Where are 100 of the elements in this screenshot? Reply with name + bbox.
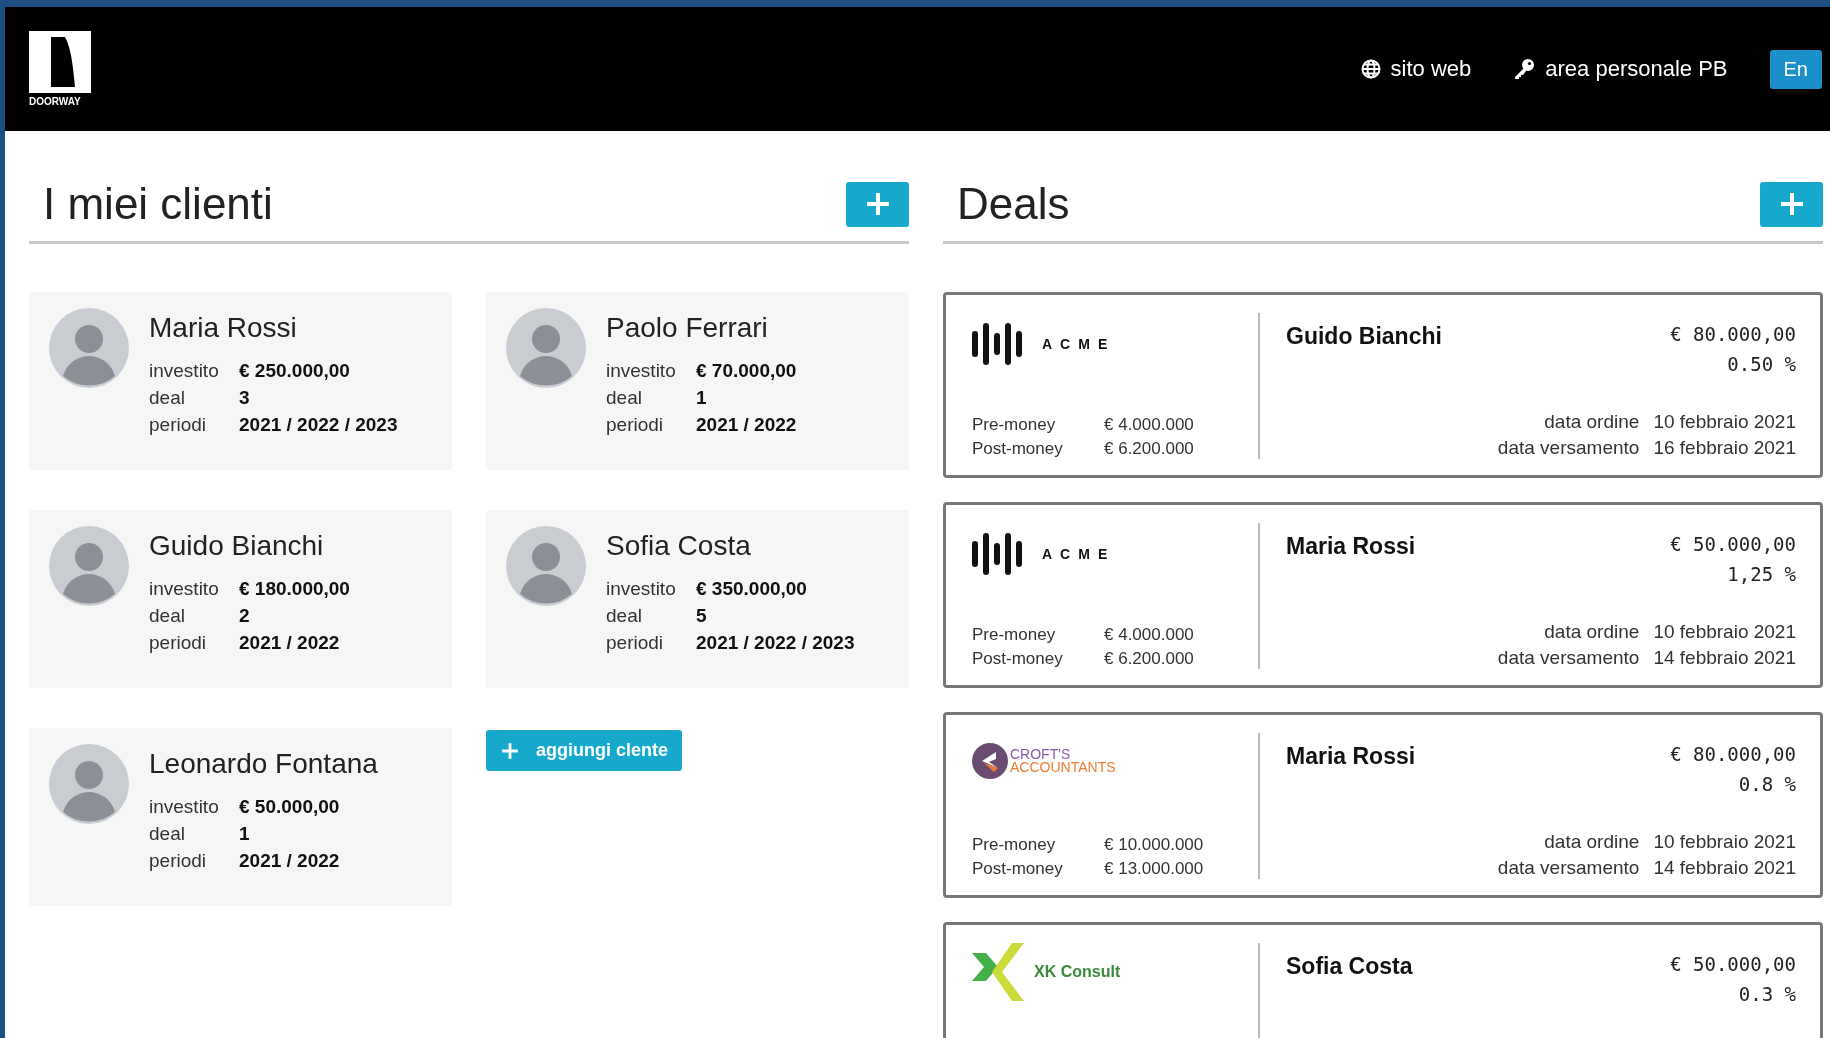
language-button[interactable]: En [1769, 49, 1822, 89]
client-card[interactable]: Paolo Ferrari investito € 70.000,00 deal 1 periodi 2021 / 2022 [486, 292, 909, 470]
money-value: € 6.200.000 [1104, 649, 1195, 669]
deal-share: 0.3 % [1738, 983, 1796, 1005]
deal-share: 0.8 % [1738, 773, 1796, 795]
key-icon [1513, 58, 1536, 80]
stat-value: € 180.000,00 [239, 578, 350, 600]
deal-card[interactable]: XK Consult Sofia Costa € 50.000,00 0.3 % [943, 922, 1823, 1038]
stat-value: 5 [696, 605, 708, 627]
date-value: 10 febbraio 2021 [1653, 831, 1796, 853]
stat-value: € 350.000,00 [696, 578, 808, 600]
money-value: € 13.000.000 [1104, 859, 1205, 879]
section-title: I miei clienti [43, 179, 273, 229]
stat-label: periodi [606, 414, 665, 436]
deal-share: 0.50 % [1727, 353, 1796, 375]
stat-value: 2021 / 2022 [696, 414, 797, 436]
plus-icon [500, 740, 520, 761]
deal-card[interactable]: ACME Pre-money € 4.000.000 Post-money € 6.200.000 Maria Rossi € 50.000,00 1,25 % data ordine 10 febbraio 2021 data versamento 14 febbraio 2021 [943, 502, 1823, 688]
money-label: Post-money [972, 649, 1064, 669]
sound-bars-icon [972, 323, 1024, 365]
stat-label: investito [149, 578, 220, 600]
date-label: data ordine [1543, 621, 1640, 643]
deal-card[interactable]: ACME Pre-money € 4.000.000 Post-money € 6.200.000 Guido Bianchi € 80.000,00 0.50 % data ordine 10 febbraio 2021 data versamento 16 febbraio 2021 [943, 292, 1823, 478]
company-logo-text: CROFT'S [1010, 748, 1072, 761]
date-label: data versamento [1497, 437, 1640, 459]
money-label: Pre-money [972, 835, 1057, 855]
stat-label: periodi [149, 414, 208, 436]
money-value: € 4.000.000 [1104, 415, 1195, 435]
stat-label: periodi [149, 850, 208, 872]
date-value: 16 febbraio 2021 [1653, 437, 1796, 459]
deal-card[interactable]: CROFT'S ACCOUNTANTS Pre-money € 10.000.000 Post-money € 13.000.000 Maria Rossi € 80.000,00 0.8 % data ordine 10 febbraio 2021 data versamento 14 febbraio 2021 [943, 712, 1823, 898]
client-name: Maria Rossi [149, 312, 298, 344]
deal-share: 1,25 % [1727, 563, 1796, 585]
stat-value: 2021 / 2022 / 2023 [239, 414, 398, 436]
stat-value: € 70.000,00 [696, 360, 797, 382]
date-label: data ordine [1543, 411, 1640, 433]
date-value: 14 febbraio 2021 [1653, 647, 1796, 669]
money-label: Post-money [972, 439, 1064, 459]
globe-icon [1360, 59, 1381, 79]
company-logo-icon [972, 743, 1008, 779]
section-title: Deals [957, 179, 1070, 229]
stat-value: 1 [696, 387, 708, 409]
stat-label: investito [606, 578, 677, 600]
client-card[interactable]: Leonardo Fontana investito € 50.000,00 deal 1 periodi 2021 / 2022 [29, 728, 452, 906]
money-value: € 10.000.000 [1104, 835, 1205, 855]
deal-amount: € 50.000,00 [1670, 953, 1796, 975]
date-label: data ordine [1543, 831, 1640, 853]
door-logo-icon [29, 31, 91, 93]
stat-label: deal [606, 387, 643, 409]
client-card[interactable]: Guido Bianchi investito € 180.000,00 deal 2 periodi 2021 / 2022 [29, 510, 452, 688]
stat-value: 2021 / 2022 [239, 632, 341, 654]
client-card[interactable]: Sofia Costa investito € 350.000,00 deal 5 periodi 2021 / 2022 / 2023 [486, 510, 909, 688]
stat-label: deal [149, 823, 186, 845]
stat-label: periodi [606, 632, 665, 654]
logo-text: DOORWAY [29, 96, 81, 107]
stat-value: € 50.000,00 [239, 796, 341, 818]
date-value: 14 febbraio 2021 [1653, 857, 1796, 879]
date-label: data versamento [1497, 857, 1640, 879]
stat-value: 2021 / 2022 [239, 850, 341, 872]
stat-label: investito [606, 360, 677, 382]
stat-value: € 250.000,00 [239, 360, 351, 382]
client-name: Paolo Ferrari [606, 312, 769, 344]
money-label: Pre-money [972, 625, 1057, 645]
stat-label: deal [149, 605, 186, 627]
deal-client-name: Guido Bianchi [1286, 323, 1442, 351]
stat-value: 3 [239, 387, 251, 409]
deal-amount: € 50.000,00 [1670, 533, 1796, 555]
company-logo-text: XK Consult [1034, 963, 1121, 981]
stat-label: periodi [149, 632, 208, 654]
company-logo-text: ACCOUNTANTS [1010, 761, 1116, 774]
header-link[interactable]: sito web [1360, 56, 1472, 82]
client-name: Sofia Costa [606, 530, 752, 562]
add-button[interactable] [846, 181, 909, 227]
sound-bars-icon [972, 533, 1024, 575]
money-label: Post-money [972, 859, 1064, 879]
add-button[interactable] [1760, 181, 1823, 227]
deal-client-name: Sofia Costa [1286, 953, 1413, 981]
money-label: Pre-money [972, 415, 1057, 435]
date-value: 10 febbraio 2021 [1653, 621, 1796, 643]
money-value: € 4.000.000 [1104, 625, 1195, 645]
date-label: data versamento [1497, 647, 1640, 669]
deal-amount: € 80.000,00 [1670, 323, 1796, 345]
deal-client-name: Maria Rossi [1286, 533, 1416, 561]
deal-amount: € 80.000,00 [1670, 743, 1796, 765]
stat-value: 2021 / 2022 / 2023 [696, 632, 855, 654]
stat-label: deal [606, 605, 643, 627]
client-name: Guido Bianchi [149, 530, 325, 562]
client-card[interactable]: Maria Rossi investito € 250.000,00 deal 3 periodi 2021 / 2022 / 2023 [29, 292, 452, 470]
stat-label: investito [149, 796, 220, 818]
stat-value: 1 [239, 823, 251, 845]
company-logo-text: ACME [1042, 546, 1116, 562]
stat-value: 2 [239, 605, 251, 627]
company-logo-text: ACME [1042, 336, 1116, 352]
stat-label: deal [149, 387, 186, 409]
header-link[interactable]: area personale PB [1513, 56, 1728, 82]
deal-client-name: Maria Rossi [1286, 743, 1416, 771]
client-name: Leonardo Fontana [149, 748, 378, 780]
stat-label: investito [149, 360, 220, 382]
date-value: 10 febbraio 2021 [1653, 411, 1796, 433]
money-value: € 6.200.000 [1104, 439, 1195, 459]
